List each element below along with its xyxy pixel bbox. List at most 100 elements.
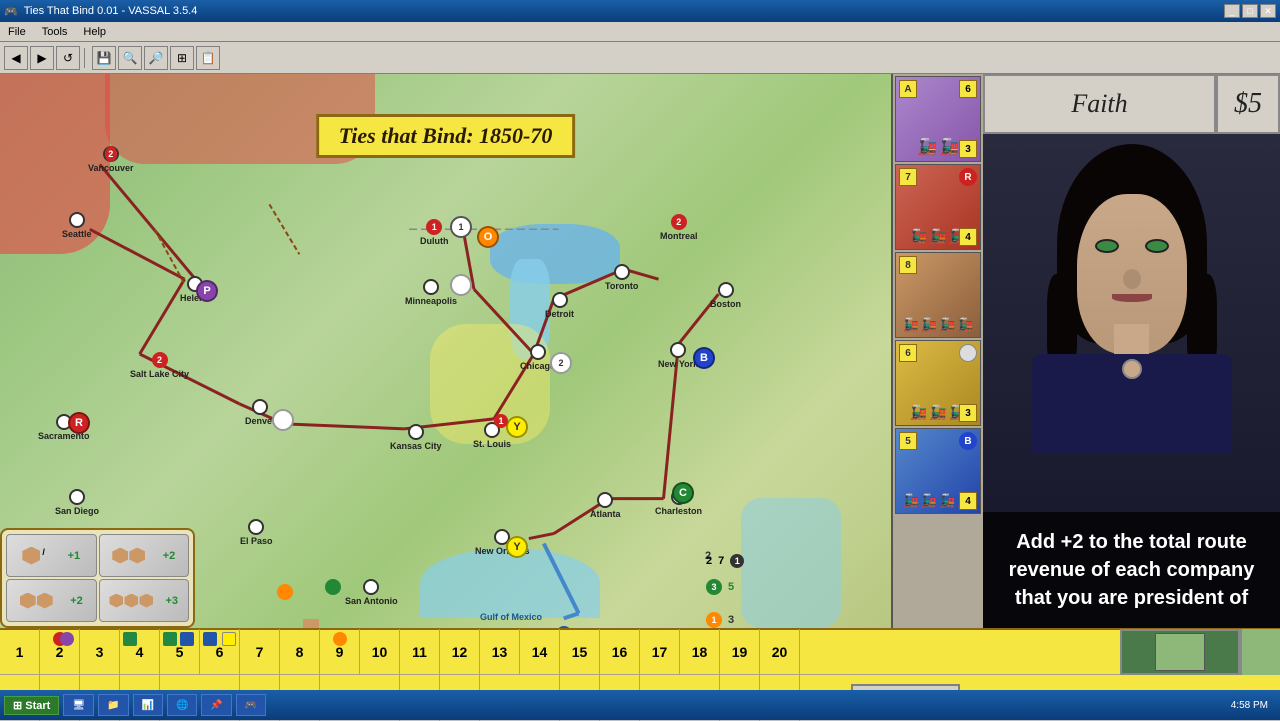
dress	[1032, 354, 1232, 454]
card-badge-6b: 6	[899, 344, 917, 362]
score-cell-5: 5	[160, 629, 200, 675]
portrait-container	[983, 134, 1280, 512]
card-num-3b: 3	[959, 404, 977, 422]
right-eye	[1145, 239, 1169, 253]
card-num-4b: 4	[959, 492, 977, 510]
score-cell-13: 13	[480, 629, 520, 675]
portrait-header: Faith $5	[983, 74, 1280, 134]
menu-help[interactable]: Help	[75, 24, 114, 40]
portrait-image	[983, 134, 1280, 512]
token-orange-duluth[interactable]: O	[477, 226, 499, 248]
toolbar-refresh[interactable]: ↺	[56, 46, 80, 70]
taskbar-app-2[interactable]: 📁	[98, 694, 128, 716]
green-score-marker	[123, 632, 137, 646]
start-button[interactable]: ⊞ Start	[4, 696, 59, 715]
card-letter-B: B	[959, 432, 977, 450]
map-area[interactable]: Ties that Bind: 1850-70 2 Vancouver 3 Wi…	[0, 74, 893, 628]
toolbar-forward[interactable]: ▶	[30, 46, 54, 70]
toolbar: ◀ ▶ ↺ 💾 🔍 🔎 ⊞ 📋	[0, 42, 1280, 74]
blue-score-marker	[180, 632, 194, 646]
taskbar-app-5[interactable]: 📌	[201, 694, 231, 716]
token-white-duluth1: 1	[450, 216, 472, 238]
game-title-banner: Ties that Bind: 1850-70	[316, 114, 576, 158]
ll-card-4: +3	[99, 579, 190, 622]
score-cell-1: 1	[0, 629, 40, 675]
main-content: Ties that Bind: 1850-70 2 Vancouver 3 Wi…	[0, 74, 1280, 628]
window-title-text: 🎮 Ties That Bind 0.01 - VASSAL 3.5.4	[4, 5, 197, 18]
toolbar-save[interactable]: 💾	[92, 46, 116, 70]
card-num-4a: 4	[959, 228, 977, 246]
yellow-score-marker	[222, 632, 236, 646]
portrait-hair	[1057, 144, 1207, 344]
taskbar-app-3[interactable]: 📊	[133, 694, 163, 716]
toolbar-extra[interactable]: 📋	[196, 46, 220, 70]
close-button[interactable]: ✕	[1260, 4, 1276, 18]
score-cell-4: 4	[120, 629, 160, 675]
lower-left-panel: / +1 +2 +2	[0, 528, 195, 628]
token-red-sacramento[interactable]: R	[68, 412, 90, 434]
ll-card-1: / +1	[6, 534, 97, 577]
purple-score-marker	[60, 632, 74, 646]
score-cell-12: 12	[440, 629, 480, 675]
score-cell-9: 9	[320, 629, 360, 675]
orange-marker-elpaso	[277, 584, 293, 600]
score-cell-8: 8	[280, 629, 320, 675]
minimize-button[interactable]: _	[1224, 4, 1240, 18]
score-markers-area2: 3 5	[706, 579, 734, 595]
taskbar-app-6[interactable]: 🎮	[236, 694, 266, 716]
window-controls: _ □ ✕	[1224, 4, 1276, 18]
card-blue[interactable]: 5 B 🚂 🚂 🚂 🚂 4	[895, 428, 981, 514]
toolbar-back[interactable]: ◀	[4, 46, 28, 70]
blue-marker-gulf: 5	[556, 626, 572, 628]
token-yellow-stlouis[interactable]: Y	[506, 416, 528, 438]
card-purple[interactable]: A 6 🚂 🚂 3	[895, 76, 981, 162]
app-icon: 🎮	[4, 5, 18, 18]
orange-score-marker	[333, 632, 347, 646]
score-cell-20: 20	[760, 629, 800, 675]
ability-text: Add +2 to the total route revenue of eac…	[1009, 531, 1255, 609]
toolbar-fit[interactable]: ⊞	[170, 46, 194, 70]
thumbnail-map	[1155, 633, 1205, 671]
map-thumbnail-1	[1120, 629, 1240, 675]
neck	[1114, 324, 1149, 354]
maximize-button[interactable]: □	[1242, 4, 1258, 18]
taskbar-app-1[interactable]: 🖥	[63, 694, 94, 716]
card-red[interactable]: 7 R 🚂 🚂 🚂 4	[895, 164, 981, 250]
toolbar-zoom-in[interactable]: 🔎	[144, 46, 168, 70]
token-yellow-neworleans[interactable]: Y	[506, 536, 528, 558]
green-score-marker2	[163, 632, 177, 646]
menu-file[interactable]: File	[0, 24, 34, 40]
score-cell-16: 16	[600, 629, 640, 675]
nose	[1123, 269, 1141, 289]
score-cell-17: 17	[640, 629, 680, 675]
character-money: $5	[1234, 88, 1262, 120]
score-cell-18: 18	[680, 629, 720, 675]
taskbar: ⊞ Start 🖥 📁 📊 🌐 📌 🎮 4:58 PM	[0, 690, 1280, 720]
card-brown[interactable]: 8 🚂 🚂 🚂 🚂	[895, 252, 981, 338]
card-badge-5: 5	[899, 432, 917, 450]
toolbar-zoom-out[interactable]: 🔍	[118, 46, 142, 70]
left-eye	[1095, 239, 1119, 253]
title-label: Ties That Bind 0.01 - VASSAL 3.5.4	[24, 5, 198, 17]
score-cell-15: 15	[560, 629, 600, 675]
green-marker-sa	[325, 579, 341, 595]
token-white-chicago: 2	[550, 352, 572, 374]
card-gold[interactable]: 6 🚂 🚂 🚂 3	[895, 340, 981, 426]
score-cell-7: 7	[240, 629, 280, 675]
ll-card-3: +2	[6, 579, 97, 622]
mouth	[1112, 294, 1152, 302]
score-cell-6: 6	[200, 629, 240, 675]
menu-tools[interactable]: Tools	[34, 24, 76, 40]
token-blue-newyork[interactable]: B	[693, 347, 715, 369]
caption-overlay: Add +2 to the total route revenue of eac…	[983, 512, 1280, 628]
taskbar-app-4[interactable]: 🌐	[167, 694, 197, 716]
card-badge-7: 7	[899, 168, 917, 186]
token-green-charleston[interactable]: C	[672, 482, 694, 504]
card-trains-brown: 🚂 🚂 🚂 🚂	[896, 317, 980, 333]
card-white-circle	[959, 344, 977, 362]
score-cell-3: 3	[80, 629, 120, 675]
token-purple-helena[interactable]: P	[196, 280, 218, 302]
menu-bar: File Tools Help	[0, 22, 1280, 42]
right-sidebar: A 6 🚂 🚂 3 7 R 🚂 🚂 🚂 4	[893, 74, 1280, 628]
score-cell-2: 2	[40, 629, 80, 675]
